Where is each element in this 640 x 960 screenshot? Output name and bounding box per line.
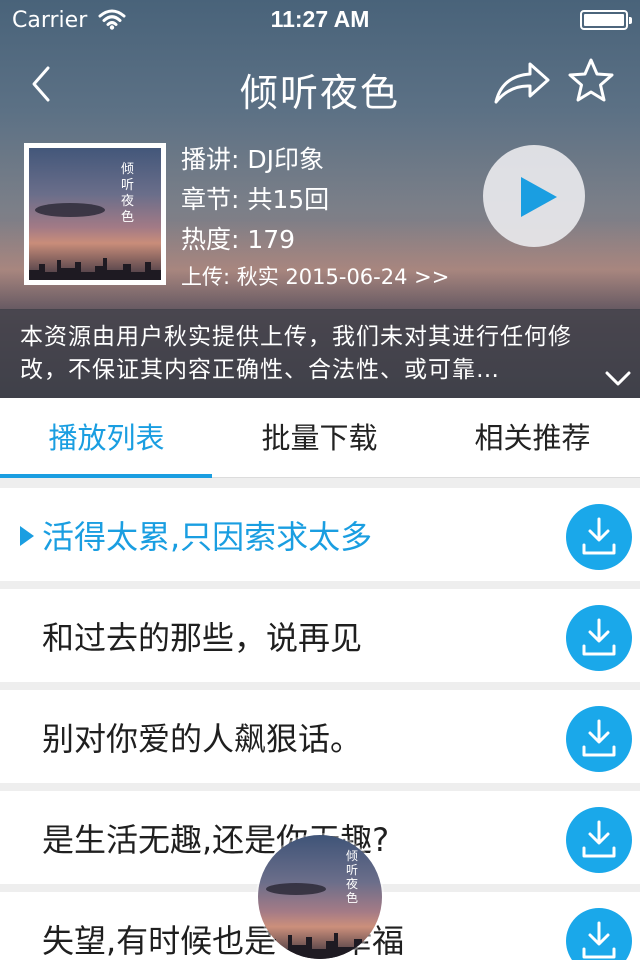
- album-header: Carrier 11:27 AM 倾听夜色 倾听夜色 播讲: DJ印象 章节: …: [0, 0, 640, 398]
- list-item[interactable]: 活得太累,只因索求太多: [0, 488, 640, 581]
- mini-player-title: 倾听夜色: [346, 849, 359, 905]
- download-icon: [582, 719, 616, 757]
- star-icon: [568, 58, 614, 102]
- download-icon: [582, 820, 616, 858]
- album-cover: 倾听夜色: [24, 143, 166, 285]
- tab-recommendations[interactable]: 相关推荐: [426, 398, 639, 478]
- chevron-down-icon[interactable]: [604, 367, 632, 389]
- description-text: 本资源由用户秋实提供上传，我们未对其进行任何修改，不保证其内容正确性、合法性、或…: [20, 324, 572, 383]
- download-button[interactable]: [566, 807, 632, 873]
- now-playing-icon: [20, 526, 34, 546]
- back-icon: [32, 66, 50, 102]
- description-panel[interactable]: 本资源由用户秋实提供上传，我们未对其进行任何修改，不保证其内容正确性、合法性、或…: [0, 309, 640, 398]
- tab-batch-download[interactable]: 批量下载: [213, 398, 426, 478]
- narrator-text: 播讲: DJ印象: [181, 145, 324, 174]
- play-icon: [521, 177, 557, 217]
- favorite-button[interactable]: [566, 56, 616, 106]
- mini-player-skyline: [258, 933, 382, 959]
- back-button[interactable]: [26, 62, 66, 106]
- cover-skyline: [29, 258, 161, 280]
- cover-cloud: [35, 203, 105, 217]
- play-button[interactable]: [483, 145, 585, 247]
- download-button[interactable]: [566, 706, 632, 772]
- status-bar: Carrier 11:27 AM: [0, 0, 640, 40]
- tab-indicator: [0, 474, 212, 478]
- cover-title: 倾听夜色: [121, 162, 135, 225]
- download-icon: [582, 921, 616, 959]
- share-button[interactable]: [492, 58, 552, 108]
- download-icon: [582, 517, 616, 555]
- mini-player-cloud: [266, 883, 326, 895]
- album-info: 播讲: DJ印象 章节: 共15回 热度: 179 上传: 秋实 2015-06…: [181, 140, 449, 294]
- download-button[interactable]: [566, 504, 632, 570]
- mini-player-disc[interactable]: 倾听夜色: [258, 835, 382, 959]
- list-item[interactable]: 别对你爱的人飙狠话。: [0, 690, 640, 783]
- battery-icon: [580, 10, 632, 30]
- download-icon: [582, 618, 616, 656]
- list-item[interactable]: 和过去的那些，说再见: [0, 589, 640, 682]
- tab-bar: 播放列表 批量下载 相关推荐: [0, 398, 640, 478]
- track-title: 别对你爱的人飙狠话。: [42, 720, 363, 758]
- status-time: 11:27 AM: [270, 6, 370, 32]
- uploader-link[interactable]: 上传: 秋实 2015-06-24 >>: [181, 260, 449, 294]
- tab-playlist[interactable]: 播放列表: [0, 398, 213, 478]
- page-title: 倾听夜色: [239, 71, 400, 115]
- share-icon: [494, 62, 550, 104]
- chapters-text: 章节: 共15回: [181, 185, 330, 214]
- download-button[interactable]: [566, 908, 632, 960]
- popularity-text: 热度: 179: [181, 225, 296, 254]
- download-button[interactable]: [566, 605, 632, 671]
- track-title: 活得太累,只因索求太多: [42, 518, 373, 556]
- track-title: 和过去的那些，说再见: [42, 619, 363, 657]
